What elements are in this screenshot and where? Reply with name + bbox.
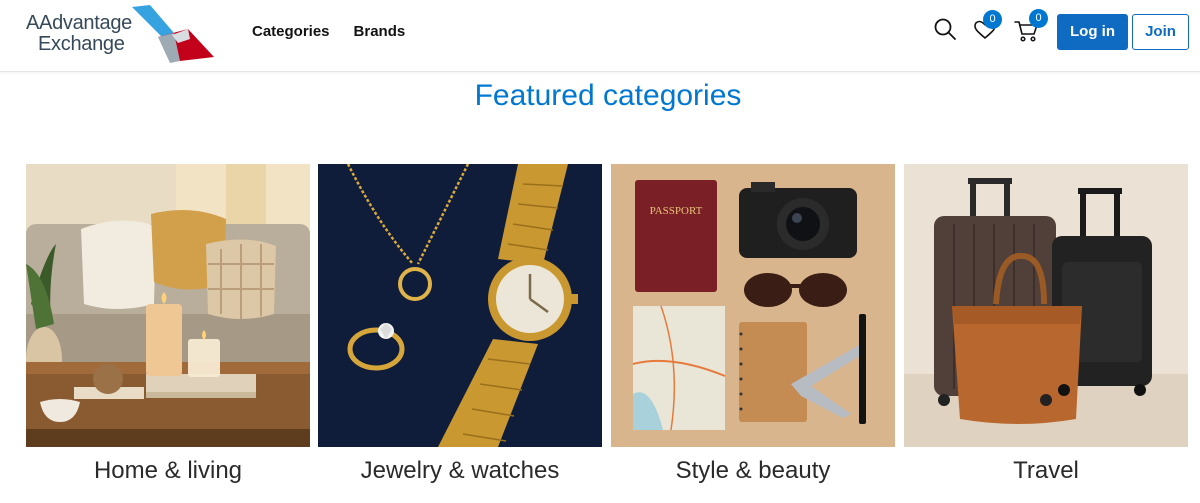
- logo-text: AAdvantage Exchange: [26, 13, 132, 55]
- search-icon[interactable]: [929, 14, 963, 48]
- category-label: Style & beauty: [675, 457, 831, 484]
- main-nav: Categories Brands: [252, 23, 405, 41]
- wishlist-button[interactable]: 0: [970, 10, 1004, 48]
- style-beauty-image: PASSPORT: [611, 164, 895, 447]
- category-card-home-living[interactable]: Home & living: [26, 164, 310, 503]
- passport-text: PASSPORT: [650, 205, 703, 217]
- join-button[interactable]: Join: [1132, 14, 1189, 50]
- logo-line-2: Exchange: [38, 33, 125, 55]
- category-label: Jewelry & watches: [360, 457, 560, 484]
- featured-categories-title: Featured categories: [474, 79, 742, 112]
- home-living-image: [26, 164, 310, 447]
- wishlist-count-badge: 0: [983, 10, 1002, 29]
- nav-brands[interactable]: Brands: [354, 23, 406, 41]
- category-label: Home & living: [93, 457, 243, 484]
- cart-button[interactable]: 0: [1012, 9, 1048, 48]
- login-button[interactable]: Log in: [1057, 14, 1128, 50]
- logo-line-1: AAdvantage: [26, 12, 132, 34]
- category-card-jewelry-watches[interactable]: Jewelry & watches: [318, 164, 602, 503]
- jewelry-watches-image: [318, 164, 602, 447]
- cart-count-badge: 0: [1029, 9, 1048, 28]
- category-card-travel[interactable]: Travel: [904, 164, 1188, 503]
- travel-image: [904, 164, 1188, 447]
- category-card-style-beauty[interactable]: PASSPORT Style & beauty: [611, 164, 895, 503]
- category-label: Travel: [1013, 457, 1079, 484]
- nav-categories[interactable]: Categories: [252, 23, 330, 41]
- aadvantage-exchange-logo[interactable]: AAdvantage Exchange: [26, 3, 214, 63]
- site-header: AAdvantage Exchange Categories Brands 0: [0, 0, 1200, 72]
- flight-symbol-icon: [132, 5, 214, 63]
